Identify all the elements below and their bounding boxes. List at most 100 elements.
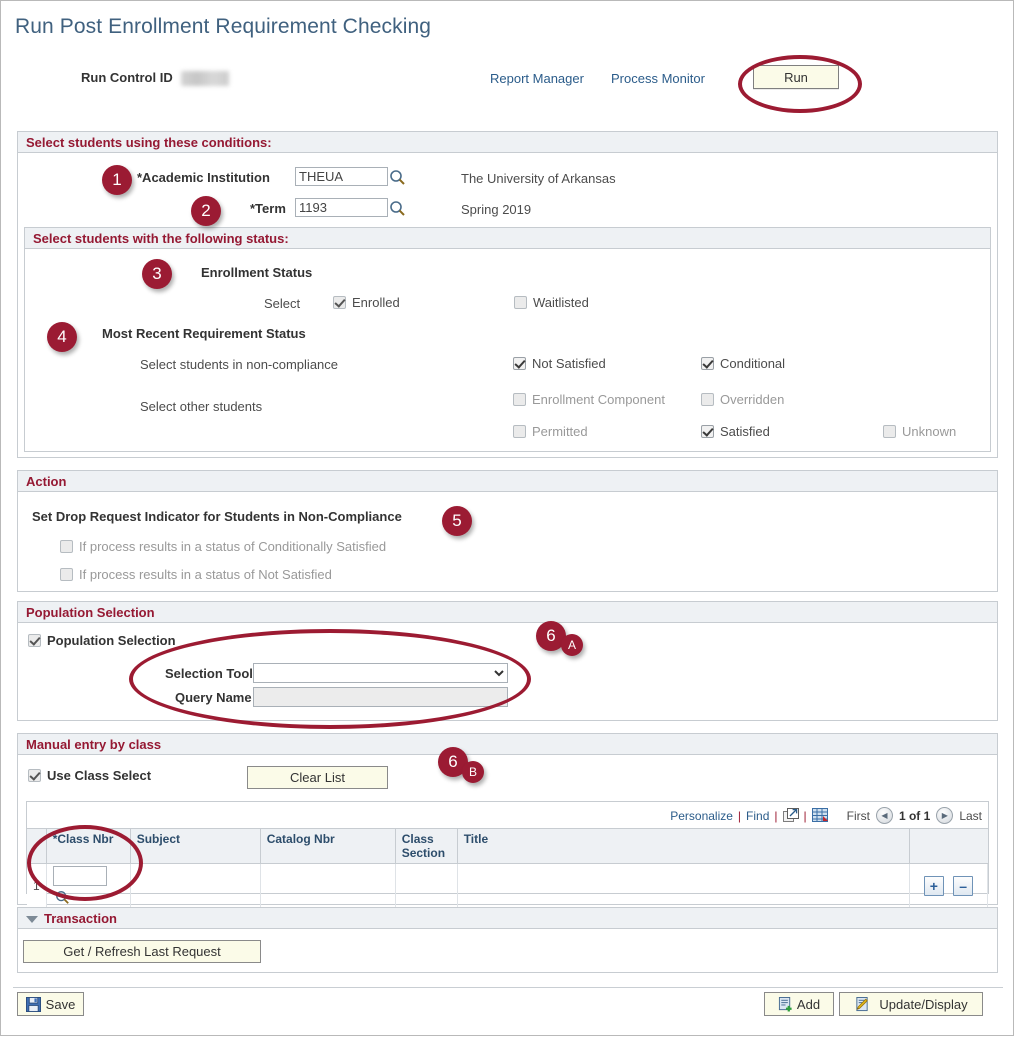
enrollment-component-checkbox[interactable] bbox=[513, 393, 526, 406]
select-label: Select bbox=[264, 296, 301, 311]
enrolled-checkbox[interactable] bbox=[333, 296, 346, 309]
permitted-checkbox[interactable] bbox=[513, 425, 526, 438]
conditionally-satisfied-label: If process results in a status of Condit… bbox=[79, 539, 387, 554]
waitlisted-label: Waitlisted bbox=[533, 295, 589, 310]
overridden-checkbox[interactable] bbox=[701, 393, 714, 406]
grid-pagination: First ◀ 1 of 1 ▶ Last bbox=[847, 807, 982, 824]
satisfied-checkbox-row[interactable]: Satisfied bbox=[701, 424, 770, 439]
class-table: *Class Nbr Subject Catalog Nbr Class Sec… bbox=[27, 828, 988, 909]
update-display-button[interactable]: Update/Display bbox=[839, 992, 983, 1016]
enrollment-component-checkbox-row[interactable]: Enrollment Component bbox=[513, 392, 665, 407]
action-group-header: Action bbox=[18, 471, 997, 492]
first-page-label[interactable]: First bbox=[847, 809, 870, 823]
download-grid-icon[interactable] bbox=[811, 808, 829, 823]
page-title: Run Post Enrollment Requirement Checking bbox=[15, 15, 432, 38]
column-header-class-section[interactable]: Class Section bbox=[395, 828, 458, 864]
overridden-checkbox-row[interactable]: Overridden bbox=[701, 392, 784, 407]
title-cell bbox=[457, 863, 911, 909]
not-satisfied-drop-checkbox[interactable] bbox=[60, 568, 73, 581]
enrollment-component-label: Enrollment Component bbox=[532, 392, 665, 407]
run-button[interactable]: Run bbox=[753, 65, 839, 89]
delete-row-button[interactable]: – bbox=[953, 876, 974, 896]
update-display-button-label: Update/Display bbox=[879, 996, 968, 1012]
add-button[interactable]: Add bbox=[764, 992, 834, 1016]
last-page-label[interactable]: Last bbox=[959, 809, 982, 823]
row-number-header bbox=[27, 828, 47, 864]
save-button[interactable]: Save bbox=[17, 992, 84, 1016]
manual-entry-header: Manual entry by class bbox=[18, 734, 997, 755]
class-nbr-lookup-icon[interactable] bbox=[55, 890, 72, 907]
collapse-triangle-icon[interactable] bbox=[26, 916, 38, 924]
column-header-title[interactable]: Title bbox=[457, 828, 911, 864]
term-label: *Term bbox=[250, 201, 286, 216]
not-satisfied-checkbox-row[interactable]: Not Satisfied bbox=[513, 356, 606, 371]
academic-institution-input[interactable] bbox=[295, 167, 388, 186]
previous-page-arrow-icon[interactable]: ◀ bbox=[875, 807, 893, 824]
conditional-checkbox[interactable] bbox=[701, 357, 714, 370]
selection-tool-label: Selection Tool bbox=[165, 666, 253, 681]
unknown-checkbox-row[interactable]: Unknown bbox=[883, 424, 956, 439]
add-row-button[interactable]: + bbox=[923, 876, 944, 896]
report-manager-link[interactable]: Report Manager bbox=[490, 71, 584, 86]
run-control-id-value bbox=[181, 71, 229, 86]
table-row: 1 + – bbox=[27, 863, 988, 909]
column-header-class-nbr[interactable]: *Class Nbr bbox=[46, 828, 131, 864]
conditionally-satisfied-checkbox-row[interactable]: If process results in a status of Condit… bbox=[60, 539, 386, 554]
population-selection-label: Population Selection bbox=[47, 633, 176, 648]
class-grid: Personalize | Find | | First ◀ 1 of 1 ▶ … bbox=[26, 801, 989, 909]
permitted-label: Permitted bbox=[532, 424, 588, 439]
not-satisfied-checkbox[interactable] bbox=[513, 357, 526, 370]
column-header-subject[interactable]: Subject bbox=[130, 828, 261, 864]
annotation-badge-4: 4 bbox=[47, 322, 77, 352]
find-link[interactable]: Find bbox=[746, 809, 769, 823]
transaction-header-bar: Transaction bbox=[18, 908, 997, 929]
update-display-icon bbox=[854, 996, 870, 1012]
table-header-row: *Class Nbr Subject Catalog Nbr Class Sec… bbox=[27, 828, 988, 864]
use-class-select-checkbox-row[interactable]: Use Class Select bbox=[28, 768, 151, 783]
term-lookup-icon[interactable] bbox=[389, 200, 406, 217]
permitted-checkbox-row[interactable]: Permitted bbox=[513, 424, 588, 439]
class-nbr-cell bbox=[46, 863, 131, 909]
conditions-group-header: Select students using these conditions: bbox=[18, 132, 997, 153]
term-input[interactable] bbox=[295, 198, 388, 217]
status-group-header: Select students with the following statu… bbox=[25, 228, 990, 249]
next-page-arrow-icon[interactable]: ▶ bbox=[936, 807, 954, 824]
satisfied-label: Satisfied bbox=[720, 424, 770, 439]
conditionally-satisfied-checkbox[interactable] bbox=[60, 540, 73, 553]
waitlisted-checkbox[interactable] bbox=[514, 296, 527, 309]
waitlisted-checkbox-row[interactable]: Waitlisted bbox=[514, 295, 589, 310]
class-section-cell bbox=[395, 863, 458, 909]
selection-tool-select[interactable] bbox=[253, 663, 508, 683]
add-icon bbox=[778, 996, 793, 1012]
process-monitor-link[interactable]: Process Monitor bbox=[611, 71, 705, 86]
expand-grid-icon[interactable] bbox=[782, 808, 799, 823]
page-indicator: 1 of 1 bbox=[898, 808, 931, 823]
overridden-label: Overridden bbox=[720, 392, 785, 407]
column-header-catalog-nbr[interactable]: Catalog Nbr bbox=[260, 828, 396, 864]
population-selection-checkbox-row[interactable]: Population Selection bbox=[28, 633, 176, 648]
most-recent-requirement-status-label: Most Recent Requirement Status bbox=[102, 326, 306, 341]
conditional-checkbox-row[interactable]: Conditional bbox=[701, 356, 785, 371]
use-class-select-checkbox[interactable] bbox=[28, 769, 41, 782]
academic-institution-lookup-icon[interactable] bbox=[389, 169, 406, 186]
satisfied-checkbox[interactable] bbox=[701, 425, 714, 438]
enrolled-checkbox-row[interactable]: Enrolled bbox=[333, 295, 400, 310]
unknown-checkbox[interactable] bbox=[883, 425, 896, 438]
add-button-label: Add bbox=[796, 996, 821, 1012]
not-satisfied-drop-label: If process results in a status of Not Sa… bbox=[79, 567, 332, 582]
clear-list-button[interactable]: Clear List bbox=[247, 766, 388, 789]
not-satisfied-drop-checkbox-row[interactable]: If process results in a status of Not Sa… bbox=[60, 567, 332, 582]
personalize-link[interactable]: Personalize bbox=[670, 809, 733, 823]
catalog-nbr-cell bbox=[260, 863, 396, 909]
annotation-badge-6b-sub: B bbox=[462, 761, 484, 783]
footer-divider bbox=[13, 987, 1003, 988]
run-control-row: Run Control ID Report Manager Process Mo… bbox=[1, 55, 1013, 113]
population-selection-checkbox[interactable] bbox=[28, 634, 41, 647]
drop-request-indicator-title: Set Drop Request Indicator for Students … bbox=[32, 509, 402, 524]
transaction-group: Transaction Get / Refresh Last Request bbox=[17, 907, 998, 973]
query-name-input[interactable] bbox=[253, 687, 508, 707]
class-nbr-input[interactable] bbox=[52, 866, 107, 886]
toolbar-separator-3: | bbox=[803, 808, 807, 823]
row-actions-cell: + – bbox=[909, 863, 988, 909]
get-refresh-last-request-button[interactable]: Get / Refresh Last Request bbox=[23, 940, 261, 963]
